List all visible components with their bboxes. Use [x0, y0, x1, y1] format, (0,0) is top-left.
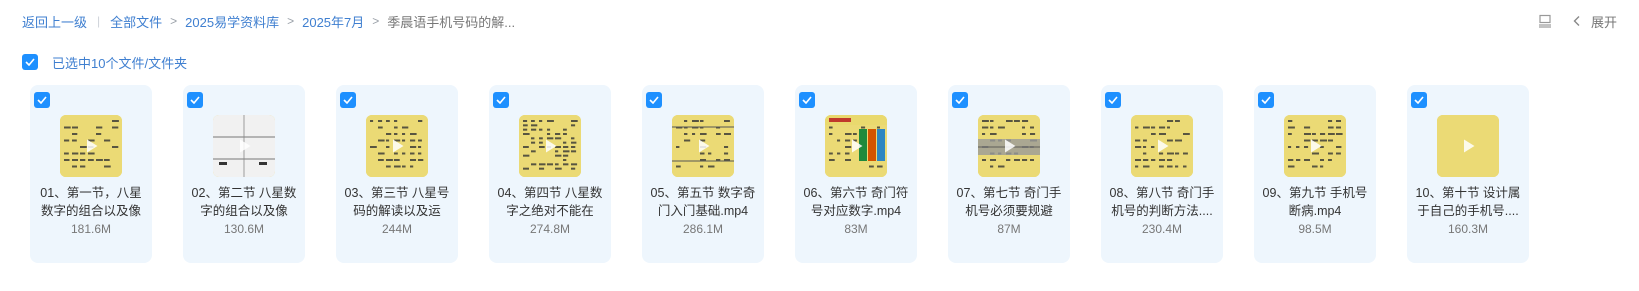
play-icon	[80, 135, 102, 157]
video-thumbnail[interactable]	[1284, 115, 1346, 177]
check-icon	[190, 96, 200, 104]
file-grid: 01、第一节，八星数字的组合以及像 181.6M 02、第二节 八星数字的组合以及像…	[30, 85, 1529, 263]
check-icon	[1414, 96, 1424, 104]
file-checkbox[interactable]	[340, 92, 356, 108]
file-card[interactable]: 02、第二节 八星数字的组合以及像 130.6M	[183, 85, 305, 263]
play-icon	[692, 135, 714, 157]
breadcrumb-divider: |	[97, 14, 101, 28]
video-thumbnail[interactable]	[978, 115, 1040, 177]
expand-label: 展开	[1590, 14, 1617, 30]
play-icon	[845, 135, 867, 157]
video-thumbnail[interactable]	[1437, 115, 1499, 177]
list-view-icon[interactable]	[1537, 13, 1553, 29]
check-icon	[37, 96, 47, 104]
file-size: 230.4M	[1141, 222, 1183, 236]
breadcrumb-current: 季晨语手机号码的解...	[387, 14, 516, 30]
file-checkbox[interactable]	[799, 92, 815, 108]
check-icon	[25, 58, 35, 66]
file-name[interactable]: 04、第四节 八星数字之绝对不能在	[495, 184, 605, 220]
play-icon	[386, 135, 408, 157]
file-checkbox[interactable]	[646, 92, 662, 108]
play-icon	[1151, 135, 1173, 157]
file-name[interactable]: 02、第二节 八星数字的组合以及像	[189, 184, 299, 220]
select-all-checkbox[interactable]	[22, 54, 38, 70]
check-icon	[649, 96, 659, 104]
file-checkbox[interactable]	[952, 92, 968, 108]
file-card[interactable]: 06、第六节 奇门符号对应数字.mp4 83M	[795, 85, 917, 263]
file-checkbox[interactable]	[1258, 92, 1274, 108]
file-checkbox[interactable]	[187, 92, 203, 108]
file-checkbox[interactable]	[1105, 92, 1121, 108]
play-icon	[539, 135, 561, 157]
file-name[interactable]: 07、第七节 奇门手机号必须要规避	[954, 184, 1064, 220]
breadcrumb-item-all-files[interactable]: 全部文件	[110, 12, 162, 31]
video-thumbnail[interactable]	[672, 115, 734, 177]
file-name[interactable]: 01、第一节，八星数字的组合以及像	[36, 184, 146, 220]
file-card[interactable]: 07、第七节 奇门手机号必须要规避 87M	[948, 85, 1070, 263]
file-card[interactable]: 04、第四节 八星数字之绝对不能在 274.8M	[489, 85, 611, 263]
back-link[interactable]: 返回上一级	[22, 12, 87, 31]
file-name[interactable]: 03、第三节 八星号码的解读以及运	[342, 184, 452, 220]
play-icon	[998, 135, 1020, 157]
play-icon	[233, 135, 255, 157]
file-size: 274.8M	[529, 222, 571, 236]
video-thumbnail[interactable]	[825, 115, 887, 177]
breadcrumb: 返回上一级 | 全部文件 > 2025易学资料库 > 2025年7月 > 季晨语…	[22, 11, 515, 31]
selection-count-label: 已选中10个文件/文件夹	[52, 55, 188, 71]
selection-bar: 已选中10个文件/文件夹	[22, 53, 187, 71]
chevron-right-icon: >	[372, 14, 380, 28]
file-name[interactable]: 06、第六节 奇门符号对应数字.mp4	[801, 184, 911, 220]
breadcrumb-item-month[interactable]: 2025年7月	[302, 12, 364, 31]
file-card[interactable]: 08、第八节 奇门手机号的判断方法.... 230.4M	[1101, 85, 1223, 263]
file-card[interactable]: 05、第五节 数字奇门入门基础.mp4 286.1M	[642, 85, 764, 263]
video-thumbnail[interactable]	[519, 115, 581, 177]
check-icon	[1261, 96, 1271, 104]
video-thumbnail[interactable]	[60, 115, 122, 177]
file-checkbox[interactable]	[493, 92, 509, 108]
file-card[interactable]: 09、第九节 手机号断病.mp4 98.5M	[1254, 85, 1376, 263]
file-size: 160.3M	[1447, 222, 1489, 236]
check-icon	[955, 96, 965, 104]
expand-button[interactable]: 展开	[1569, 12, 1617, 31]
view-toolbar: 展开	[1537, 11, 1617, 31]
check-icon	[1108, 96, 1118, 104]
check-icon	[496, 96, 506, 104]
chevron-right-icon: >	[287, 14, 295, 28]
video-thumbnail[interactable]	[213, 115, 275, 177]
check-icon	[343, 96, 353, 104]
file-name[interactable]: 08、第八节 奇门手机号的判断方法....	[1107, 184, 1217, 220]
chevron-right-icon: >	[170, 14, 178, 28]
play-icon	[1304, 135, 1326, 157]
file-checkbox[interactable]	[34, 92, 50, 108]
file-card[interactable]: 03、第三节 八星号码的解读以及运 244M	[336, 85, 458, 263]
file-size: 87M	[997, 222, 1021, 236]
file-name[interactable]: 10、第十节 设计属于自己的手机号....	[1413, 184, 1523, 220]
breadcrumb-item-library[interactable]: 2025易学资料库	[185, 12, 279, 31]
file-checkbox[interactable]	[1411, 92, 1427, 108]
check-icon	[802, 96, 812, 104]
file-size: 244M	[381, 222, 413, 236]
file-name[interactable]: 05、第五节 数字奇门入门基础.mp4	[648, 184, 758, 220]
video-thumbnail[interactable]	[366, 115, 428, 177]
file-card[interactable]: 01、第一节，八星数字的组合以及像 181.6M	[30, 85, 152, 263]
file-card[interactable]: 10、第十节 设计属于自己的手机号.... 160.3M	[1407, 85, 1529, 263]
file-name[interactable]: 09、第九节 手机号断病.mp4	[1260, 184, 1370, 220]
file-size: 130.6M	[223, 222, 265, 236]
file-size: 98.5M	[1298, 222, 1332, 236]
play-icon	[1457, 135, 1479, 157]
file-size: 83M	[844, 222, 868, 236]
file-size: 181.6M	[70, 222, 112, 236]
video-thumbnail[interactable]	[1131, 115, 1193, 177]
chevron-left-icon	[1569, 13, 1585, 29]
file-size: 286.1M	[682, 222, 724, 236]
